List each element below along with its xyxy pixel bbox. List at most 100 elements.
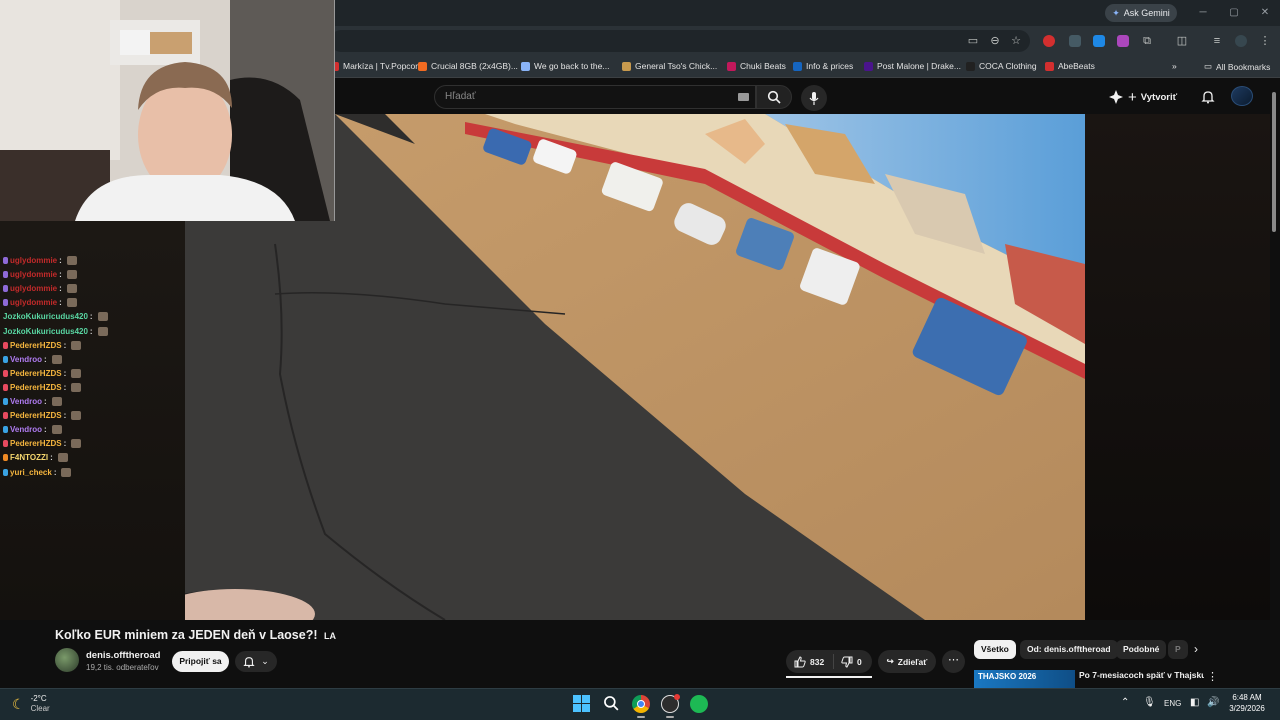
recommended-video-title[interactable]: Po 7-mesiacoch späť v Thajsku, čo sa zme… <box>1079 670 1204 688</box>
chat-message: Vendroo : <box>3 354 62 364</box>
bookmark-label: Crucial 8GB (2x4GB)... <box>431 61 518 71</box>
bookmark-item[interactable]: Post Malone | Drake... <box>864 61 961 71</box>
network-icon[interactable]: ◧ <box>1190 697 1199 708</box>
chat-message: uglydommie : <box>3 298 77 308</box>
running-indicator <box>637 716 645 718</box>
chip-partial[interactable]: P <box>1168 640 1188 659</box>
microphone-icon <box>809 91 819 105</box>
chat-username: yuri_check <box>10 467 52 477</box>
page-scrollbar[interactable] <box>1272 92 1276 232</box>
chat-emote-icon <box>66 256 77 265</box>
clock-date: 3/29/2026 <box>1229 704 1265 713</box>
extension-icon[interactable] <box>1093 35 1105 47</box>
bookmark-favicon-icon <box>793 61 802 71</box>
share-label: Zdieľať <box>897 656 928 667</box>
recommended-menu-icon[interactable]: ⋮ <box>1207 670 1218 683</box>
video-title-text: Koľko EUR miniem za JEDEN deň v Laose?! <box>55 628 318 642</box>
chat-emote-icon <box>51 354 62 364</box>
chat-username: PedererHZDS <box>10 411 62 421</box>
channel-avatar[interactable] <box>55 648 79 672</box>
notification-dot <box>674 694 680 700</box>
account-avatar[interactable] <box>1231 86 1253 106</box>
chat-separator: : <box>59 270 62 280</box>
tray-chevron-up-icon[interactable]: ⌃ <box>1121 697 1129 708</box>
bookmark-label: COCA Clothing <box>979 61 1037 71</box>
dislike-button[interactable]: 0 <box>834 656 862 668</box>
like-button[interactable]: 832 <box>786 654 834 669</box>
bookmark-star-icon[interactable]: ☆ <box>1010 35 1022 47</box>
subscription-bell-button[interactable]: ⌄ <box>235 651 277 672</box>
chat-message: uglydommie : <box>3 284 77 294</box>
minimize-icon[interactable]: ─ <box>1195 5 1211 21</box>
profile-avatar[interactable] <box>1235 35 1247 47</box>
extension-icon[interactable] <box>1117 35 1129 47</box>
share-button[interactable]: ↪ Zdieľať <box>878 650 936 673</box>
chat-username: uglydommie <box>10 270 58 280</box>
gemini-sparkle-icon[interactable] <box>1109 90 1123 104</box>
reading-list-icon[interactable]: ≡ <box>1211 35 1223 47</box>
chip-all[interactable]: Všetko <box>974 640 1016 659</box>
chevron-right-icon[interactable]: › <box>1194 642 1198 656</box>
bookmark-item[interactable]: Info & prices <box>793 61 853 71</box>
language-indicator[interactable]: ENG <box>1164 699 1181 708</box>
extension-icon[interactable] <box>1043 35 1055 47</box>
recommended-video-thumbnail[interactable]: THAJSKO 2026 <box>974 670 1075 688</box>
bookmark-item[interactable]: Crucial 8GB (2x4GB)... <box>418 61 518 71</box>
side-panel-icon[interactable]: ◫ <box>1176 35 1188 47</box>
ask-gemini-button[interactable]: ✦ Ask Gemini <box>1105 4 1177 22</box>
chat-badge-icon <box>3 383 8 391</box>
chat-username: Vendroo <box>10 425 43 435</box>
chat-badge-icon <box>3 285 8 293</box>
chat-emote-icon <box>66 270 77 280</box>
bookmark-item[interactable]: We go back to the... <box>521 61 609 71</box>
chat-separator: : <box>89 312 93 322</box>
chat-emote-icon <box>71 368 82 378</box>
create-button[interactable]: + Vytvoriť <box>1128 86 1188 108</box>
bookmarks-overflow-icon[interactable]: » <box>1172 61 1177 71</box>
chip-from-channel[interactable]: Od: denis.offtheroad <box>1020 640 1118 659</box>
search-button[interactable] <box>756 85 792 109</box>
microphone-tray-icon[interactable]: 🎙 <box>1143 697 1156 708</box>
menu-kebab-icon[interactable]: ⋮ <box>1259 35 1271 47</box>
system-clock[interactable]: 6:48 AM 3/29/2026 <box>1222 692 1272 714</box>
chat-message: uglydommie : <box>3 270 77 280</box>
extensions-puzzle-icon[interactable]: ⧉ <box>1141 35 1153 47</box>
chat-username: uglydommie <box>10 256 58 265</box>
chat-username: PedererHZDS <box>10 368 62 378</box>
bookmark-item[interactable]: Markíza | Tv.Popcor... <box>330 61 425 71</box>
thumbs-up-icon <box>794 655 806 667</box>
chat-message: uglydommie : <box>3 256 77 265</box>
address-bar[interactable] <box>330 30 1030 52</box>
notifications-bell-icon[interactable] <box>1201 90 1215 104</box>
channel-name[interactable]: denis.offtheroad <box>86 650 160 661</box>
spotify-icon[interactable] <box>690 695 708 713</box>
create-label: Vytvoriť <box>1140 91 1178 103</box>
chat-emote-icon <box>71 411 82 421</box>
chat-emote-icon <box>57 453 68 463</box>
all-bookmarks[interactable]: ▭ All Bookmarks <box>1204 61 1270 72</box>
voice-search-button[interactable] <box>801 85 827 111</box>
bookmark-item[interactable]: Chuki Beats <box>727 61 786 71</box>
bookmark-label: Markíza | Tv.Popcor... <box>343 61 425 71</box>
bookmark-label: Info & prices <box>806 61 854 71</box>
bookmark-item[interactable]: AbeBeats <box>1045 61 1095 71</box>
weather-widget[interactable]: ☾ -2°C Clear <box>12 694 50 714</box>
bookmark-item[interactable]: General Tso's Chick... <box>622 61 717 71</box>
chrome-icon[interactable] <box>632 695 650 713</box>
close-icon[interactable]: ✕ <box>1257 5 1273 21</box>
install-app-icon[interactable]: ▭ <box>967 35 979 47</box>
chat-username: F4NTOZZI <box>10 453 49 463</box>
extension-icon[interactable] <box>1069 35 1081 47</box>
search-input[interactable]: Hľadať <box>434 85 756 109</box>
chip-related[interactable]: Podobné <box>1116 640 1167 659</box>
maximize-icon[interactable]: ▢ <box>1226 5 1242 21</box>
bookmark-item[interactable]: COCA Clothing <box>966 61 1037 71</box>
volume-icon[interactable]: 🔊 <box>1207 697 1219 708</box>
chat-username: Vendroo <box>10 397 43 406</box>
keyboard-icon[interactable] <box>738 93 749 101</box>
more-actions-button[interactable]: ⋯ <box>942 650 965 673</box>
taskbar-search-icon[interactable] <box>603 695 621 713</box>
join-button[interactable]: Pripojiť sa <box>172 651 229 672</box>
windows-start-icon[interactable] <box>573 695 591 713</box>
zoom-icon[interactable]: ⊖ <box>989 35 1001 47</box>
